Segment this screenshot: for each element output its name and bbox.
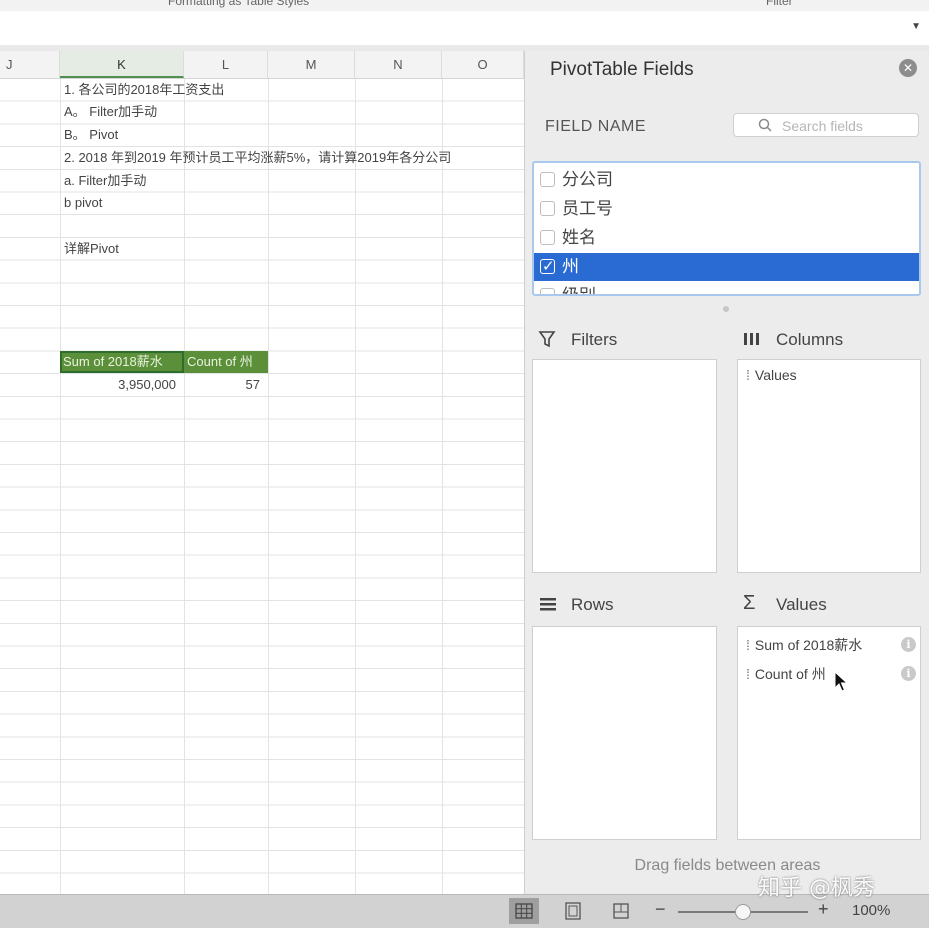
search-icon	[758, 118, 772, 132]
column-header-n[interactable]: N	[355, 51, 442, 78]
page-break-view-button[interactable]	[606, 898, 636, 924]
field-label: 州	[562, 257, 579, 276]
info-icon[interactable]: i	[901, 666, 916, 681]
values-item-label: Count of 州	[754, 666, 826, 682]
field-item-xingming[interactable]: 姓名	[534, 224, 919, 252]
pivottable-fields-panel: PivotTable Fields ✕ FIELD NAME 分公司 员工号 姓…	[524, 51, 929, 894]
page-layout-icon	[565, 902, 581, 920]
rows-drop-area[interactable]	[532, 626, 717, 840]
zoom-out-button[interactable]: −	[655, 899, 666, 920]
field-item-jibie[interactable]: 级别	[534, 282, 919, 296]
column-header-j[interactable]: J	[0, 51, 60, 78]
search-fields-input[interactable]	[780, 116, 914, 136]
columns-area-title: Columns	[776, 330, 844, 349]
pivot-header-sum[interactable]: Sum of 2018薪水	[60, 351, 184, 373]
filter-icon	[538, 331, 556, 348]
cell-k6[interactable]: b pivot	[64, 192, 102, 214]
zoom-level[interactable]: 100%	[852, 902, 890, 919]
panel-title: PivotTable Fields	[550, 59, 694, 80]
cell-k5[interactable]: a. Filter加手动	[64, 170, 146, 192]
values-drop-area[interactable]: ⁞ Sum of 2018薪水 i ⁞ Count of 州 i	[737, 626, 921, 840]
field-list[interactable]: 分公司 员工号 姓名 ✓ 州 级别	[532, 161, 921, 296]
field-checkbox[interactable]	[540, 230, 555, 245]
normal-view-button[interactable]	[509, 898, 539, 924]
filters-drop-area[interactable]	[532, 359, 717, 573]
gridline	[442, 79, 443, 894]
mouse-cursor-icon	[834, 671, 848, 692]
grid-view-icon	[515, 903, 533, 919]
rows-icon	[540, 598, 556, 611]
drag-handle-icon[interactable]: ⁞	[746, 367, 750, 383]
filters-area-title: Filters	[571, 330, 618, 349]
close-icon[interactable]: ✕	[899, 59, 917, 77]
info-icon[interactable]: i	[901, 637, 916, 652]
values-item-sum[interactable]: ⁞ Sum of 2018薪水	[746, 635, 862, 655]
columns-icon	[744, 333, 759, 345]
field-checkbox[interactable]	[540, 201, 555, 216]
gridline	[60, 79, 61, 894]
column-header-m[interactable]: M	[268, 51, 355, 78]
field-label: 姓名	[562, 228, 596, 247]
pivot-value-count[interactable]: 57	[184, 374, 260, 396]
column-header-k[interactable]: K	[60, 51, 184, 78]
rows-area-title: Rows	[571, 595, 614, 614]
cell-k8[interactable]: 详解Pivot	[64, 238, 119, 260]
cell-k4[interactable]: 2. 2018 年到2019 年预计员工平均涨薪5%，请计算2019年各分公司	[64, 147, 451, 169]
values-item-count[interactable]: ⁞ Count of 州	[746, 664, 826, 684]
cell-k1[interactable]: 1. 各公司的2018年工资支出	[64, 79, 224, 101]
field-checkbox-checked[interactable]: ✓	[540, 258, 555, 275]
watermark: 知乎 @枫秀	[758, 876, 875, 901]
zoom-slider-knob[interactable]	[735, 904, 751, 920]
search-fields-box[interactable]	[733, 113, 919, 137]
spreadsheet-grid[interactable]: J K L M N O 1. 各公司的2018年工资支出 A。 Filter加手…	[0, 51, 524, 894]
drag-handle-icon[interactable]: ⁞	[746, 666, 750, 682]
column-headers: J K L M N O	[0, 51, 524, 79]
columns-item-values[interactable]: ⁞ Values	[746, 367, 797, 383]
ribbon-filter-label[interactable]: Filter	[766, 0, 793, 8]
pivot-value-sum[interactable]: 3,950,000	[60, 374, 176, 396]
drag-handle-icon[interactable]: ⁞	[746, 637, 750, 653]
expand-formula-bar-icon[interactable]: ▼	[911, 21, 921, 32]
field-item-fengongsi[interactable]: 分公司	[534, 166, 919, 194]
zoom-in-button[interactable]: +	[818, 899, 829, 920]
column-header-l[interactable]: L	[184, 51, 268, 78]
page-break-icon	[613, 903, 629, 919]
field-name-header: FIELD NAME	[545, 118, 647, 135]
field-item-yuangonghao[interactable]: 员工号	[534, 195, 919, 223]
values-item-label: Sum of 2018薪水	[754, 637, 863, 653]
resize-handle[interactable]	[723, 306, 729, 312]
field-label: 员工号	[562, 199, 613, 218]
formula-bar[interactable]: ▼	[0, 11, 929, 46]
values-area-title: Values	[776, 595, 827, 614]
ribbon-format-as-table-label[interactable]: Formatting as Table Styles	[168, 0, 309, 8]
columns-item-label: Values	[754, 367, 797, 383]
cell-k3[interactable]: B。 Pivot	[64, 124, 118, 146]
field-item-zhou[interactable]: ✓ 州	[534, 253, 919, 281]
field-checkbox[interactable]	[540, 172, 555, 187]
columns-drop-area[interactable]: ⁞ Values	[737, 359, 921, 573]
pivot-header-count[interactable]: Count of 州	[184, 351, 268, 373]
gridline	[184, 79, 185, 894]
field-label: 分公司	[562, 170, 613, 189]
page-layout-view-button[interactable]	[558, 898, 588, 924]
sigma-icon: Σ	[743, 592, 756, 614]
gridline	[355, 79, 356, 894]
gridline	[268, 79, 269, 894]
column-header-o[interactable]: O	[442, 51, 524, 78]
cell-k2[interactable]: A。 Filter加手动	[64, 101, 157, 123]
field-label: 级别	[562, 286, 596, 296]
field-checkbox[interactable]	[540, 288, 555, 294]
checkmark-icon: ✓	[542, 258, 555, 275]
